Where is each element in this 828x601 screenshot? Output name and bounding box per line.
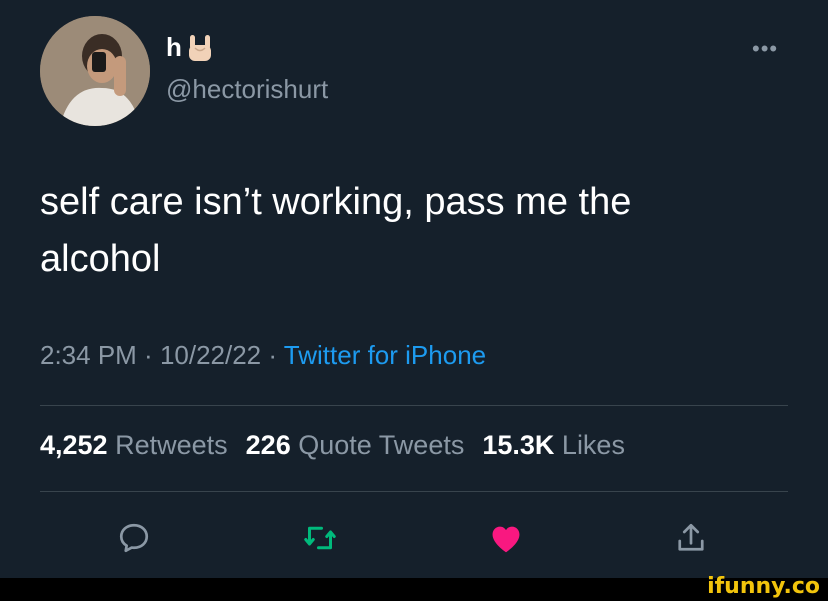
reply-button[interactable] [112, 516, 156, 560]
retweet-icon [304, 526, 336, 550]
retweets-count: 4,252 [40, 430, 108, 460]
tweet-text-line-2: alcohol [40, 238, 161, 280]
retweet-button[interactable] [298, 516, 342, 560]
display-name[interactable]: h [166, 32, 214, 63]
user-handle[interactable]: @hectorishurt [166, 74, 328, 105]
tweet-stats: 4,252 Retweets 226 Quote Tweets 15.3K Li… [40, 430, 625, 461]
rock-on-hand-icon [188, 34, 211, 61]
heart-icon [492, 526, 520, 553]
share-button[interactable] [669, 516, 713, 560]
retweets-label: Retweets [115, 430, 228, 460]
tweet-meta: 2:34 PM · 10/22/22 · Twitter for iPhone [40, 340, 486, 371]
likes-label: Likes [561, 430, 625, 460]
likes-stat[interactable]: 15.3K Likes [482, 430, 625, 461]
tweet-text: self care isn’t working, pass me the alc… [40, 174, 780, 288]
avatar-photo [40, 16, 150, 126]
tweet-actions-bar [0, 516, 828, 560]
share-icon [678, 523, 704, 551]
tweet-time[interactable]: 2:34 PM [40, 340, 137, 370]
meta-separator: · [136, 340, 160, 370]
quote-tweets-stat[interactable]: 226 Quote Tweets [246, 430, 465, 461]
ifunny-watermark: ifunny.co [707, 574, 820, 599]
watermark-bar [0, 578, 828, 601]
quote-tweets-count: 226 [245, 430, 291, 460]
tweet-text-line-1: self care isn’t working, pass me the [40, 181, 632, 223]
quote-tweets-label: Quote Tweets [298, 430, 465, 460]
reply-icon [119, 523, 149, 553]
display-name-text: h [166, 32, 182, 62]
avatar[interactable] [40, 16, 150, 126]
meta-separator: · [261, 340, 284, 370]
like-button[interactable] [484, 516, 528, 560]
tweet-date[interactable]: 10/22/22 [160, 340, 261, 370]
tweet-source-link[interactable]: Twitter for iPhone [284, 340, 486, 370]
likes-count: 15.3K [482, 430, 555, 460]
more-options-icon[interactable]: ••• [752, 36, 778, 62]
divider [40, 405, 788, 406]
retweets-stat[interactable]: 4,252 Retweets [40, 430, 228, 461]
divider [40, 491, 788, 492]
